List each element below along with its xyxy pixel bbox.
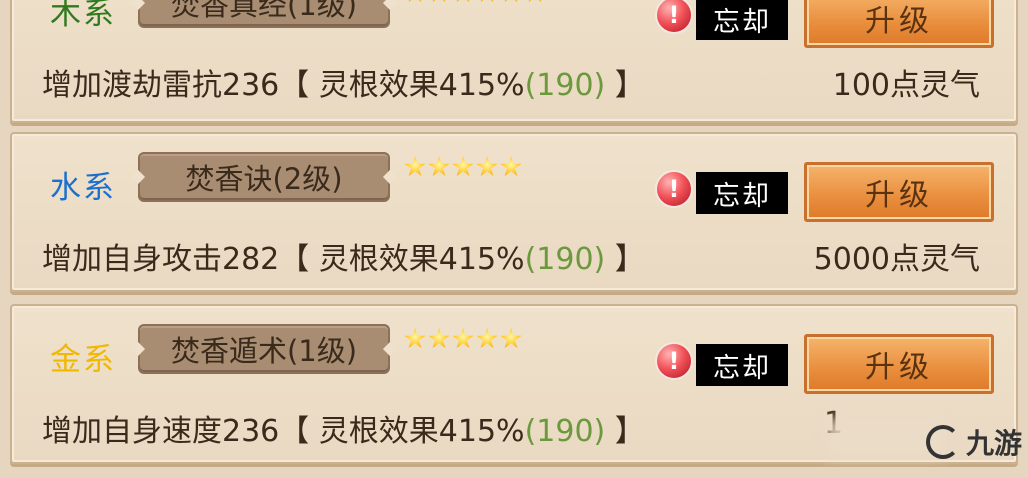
star-icon <box>476 156 498 177</box>
effect-description: 增加渡劫雷抗236【 灵根效果415%(190) 】 <box>42 60 645 104</box>
star-icon <box>524 0 546 3</box>
star-icon <box>428 0 450 3</box>
effect-close: 】 <box>605 68 645 103</box>
upgrade-cost: 5000点灵气 <box>813 242 980 277</box>
star-icon <box>476 0 498 3</box>
star-icon <box>452 156 474 177</box>
forget-button[interactable]: 忘却 <box>696 344 788 386</box>
effect-text: 增加自身速度236【 灵根效果415% <box>42 414 525 449</box>
upgrade-button[interactable]: 升级 <box>804 162 994 222</box>
effect-description: 增加自身速度236【 灵根效果415%(190) 】 <box>42 406 645 450</box>
effect-value: (190) <box>524 242 606 277</box>
jiuyou-logo-icon <box>925 425 960 459</box>
effect-close: 】 <box>605 242 645 277</box>
upgrade-button[interactable]: 升级 <box>804 334 994 394</box>
effect-value: (190) <box>524 68 606 103</box>
effect-description: 增加自身攻击282【 灵根效果415%(190) 】 <box>42 234 645 278</box>
star-rating <box>404 328 522 350</box>
skill-name-tag: 焚香诀(2级) <box>138 152 390 202</box>
star-rating <box>404 0 546 4</box>
upgrade-cost: 100点灵气 <box>832 68 980 103</box>
star-icon <box>500 156 522 177</box>
forget-button[interactable]: 忘却 <box>696 0 788 40</box>
star-icon <box>500 328 522 349</box>
star-rating <box>404 156 522 178</box>
star-icon <box>452 0 474 3</box>
element-label: 木系 <box>50 0 116 32</box>
element-label: 水系 <box>50 170 116 206</box>
skill-name-tag: 焚香真经(1级) <box>138 0 390 28</box>
star-icon <box>476 328 498 349</box>
alert-icon[interactable]: ! <box>655 170 693 208</box>
skill-panel-water: 水系 焚香诀(2级) ! 忘却 升级 增加自身攻击282【 灵根效果415%(1… <box>10 132 1018 292</box>
element-label: 金系 <box>50 342 116 378</box>
alert-icon[interactable]: ! <box>655 342 693 380</box>
skill-name-tag: 焚香遁术(1级) <box>138 324 390 374</box>
effect-value: (190) <box>524 414 606 449</box>
watermark-text: 九游 <box>965 427 1022 460</box>
alert-icon[interactable]: ! <box>655 0 693 34</box>
effect-text: 增加自身攻击282【 灵根效果415% <box>42 242 525 277</box>
star-icon <box>428 328 450 349</box>
forget-button[interactable]: 忘却 <box>696 172 788 214</box>
star-icon <box>428 156 450 177</box>
star-icon <box>404 156 426 177</box>
watermark: 九游 <box>822 410 1022 474</box>
star-icon <box>404 328 426 349</box>
star-icon <box>404 0 426 3</box>
skill-panel-wood: 木系 焚香真经(1级) ! 忘却 升级 增加渡劫雷抗236【 灵根效果415%(… <box>10 0 1018 123</box>
upgrade-button[interactable]: 升级 <box>804 0 994 48</box>
star-icon <box>500 0 522 3</box>
star-icon <box>452 328 474 349</box>
effect-close: 】 <box>605 414 645 449</box>
effect-text: 增加渡劫雷抗236【 灵根效果415% <box>42 68 525 103</box>
